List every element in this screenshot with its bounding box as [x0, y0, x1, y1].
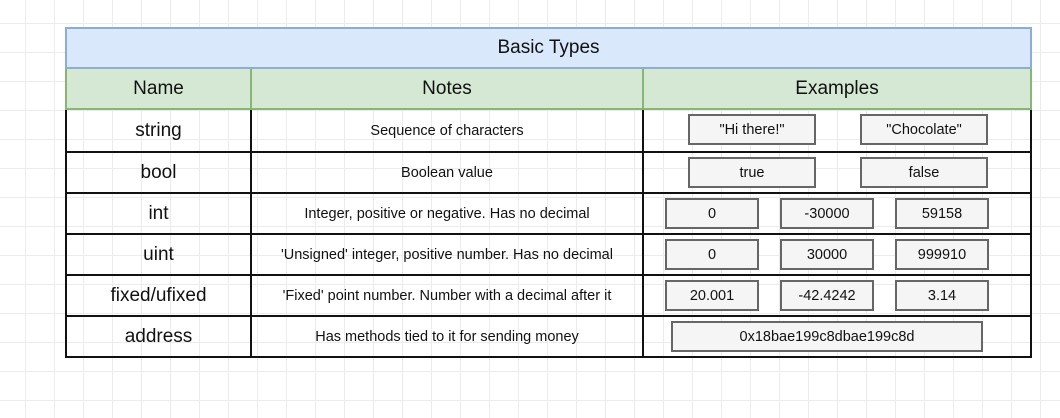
type-notes: Sequence of characters	[250, 110, 642, 151]
header-name: Name	[133, 77, 184, 99]
example-box: 59158	[895, 198, 989, 229]
type-notes: 'Unsigned' integer, positive number. Has…	[250, 235, 642, 274]
example-box: "Chocolate"	[860, 114, 988, 145]
type-name: address	[124, 325, 193, 347]
type-examples: 0 30000 999910	[642, 235, 1030, 274]
type-row-bool: bool Boolean value true false	[67, 151, 1030, 192]
type-examples: "Hi there!" "Chocolate"	[642, 110, 1030, 151]
type-row-address: address Has methods tied to it for sendi…	[67, 315, 1030, 356]
type-row-fixed: fixed/ufixed 'Fixed' point number. Numbe…	[67, 274, 1030, 315]
type-name: string	[135, 119, 182, 141]
type-name: int	[148, 202, 169, 224]
example-box: false	[860, 157, 988, 188]
example-box: 3.14	[895, 280, 989, 311]
example-box: 999910	[895, 239, 989, 270]
type-row-string: string Sequence of characters "Hi there!…	[67, 110, 1030, 151]
example-box: 0	[665, 198, 759, 229]
header-notes: Notes	[250, 69, 642, 108]
type-examples: true false	[642, 153, 1030, 192]
example-box: "Hi there!"	[688, 114, 816, 145]
example-box: 30000	[780, 239, 874, 270]
type-notes: Boolean value	[250, 153, 642, 192]
type-rows: string Sequence of characters "Hi there!…	[65, 110, 1032, 358]
type-notes: Integer, positive or negative. Has no de…	[250, 194, 642, 233]
type-examples: 0 -30000 59158	[642, 194, 1030, 233]
type-examples: 20.001 -42.4242 3.14	[642, 276, 1030, 315]
header-row: Name Notes Examples	[65, 69, 1032, 110]
type-name: fixed/ufixed	[110, 284, 207, 306]
type-examples: 0x18bae199c8dbae199c8d	[642, 317, 1030, 356]
example-box: 0	[665, 239, 759, 270]
header-examples: Examples	[642, 69, 1030, 108]
diagram-title: Basic Types	[65, 27, 1032, 69]
type-name: uint	[143, 243, 174, 265]
type-notes: 'Fixed' point number. Number with a deci…	[250, 276, 642, 315]
example-box: 20.001	[665, 280, 759, 311]
type-row-int: int Integer, positive or negative. Has n…	[67, 192, 1030, 233]
type-row-uint: uint 'Unsigned' integer, positive number…	[67, 233, 1030, 274]
type-name: bool	[140, 161, 177, 183]
type-notes: Has methods tied to it for sending money	[250, 317, 642, 356]
example-box: -30000	[780, 198, 874, 229]
basic-types-diagram: Basic Types Name Notes Examples string S…	[65, 27, 1032, 358]
example-box: -42.4242	[780, 280, 874, 311]
example-box: true	[688, 157, 816, 188]
example-box: 0x18bae199c8dbae199c8d	[671, 321, 983, 352]
